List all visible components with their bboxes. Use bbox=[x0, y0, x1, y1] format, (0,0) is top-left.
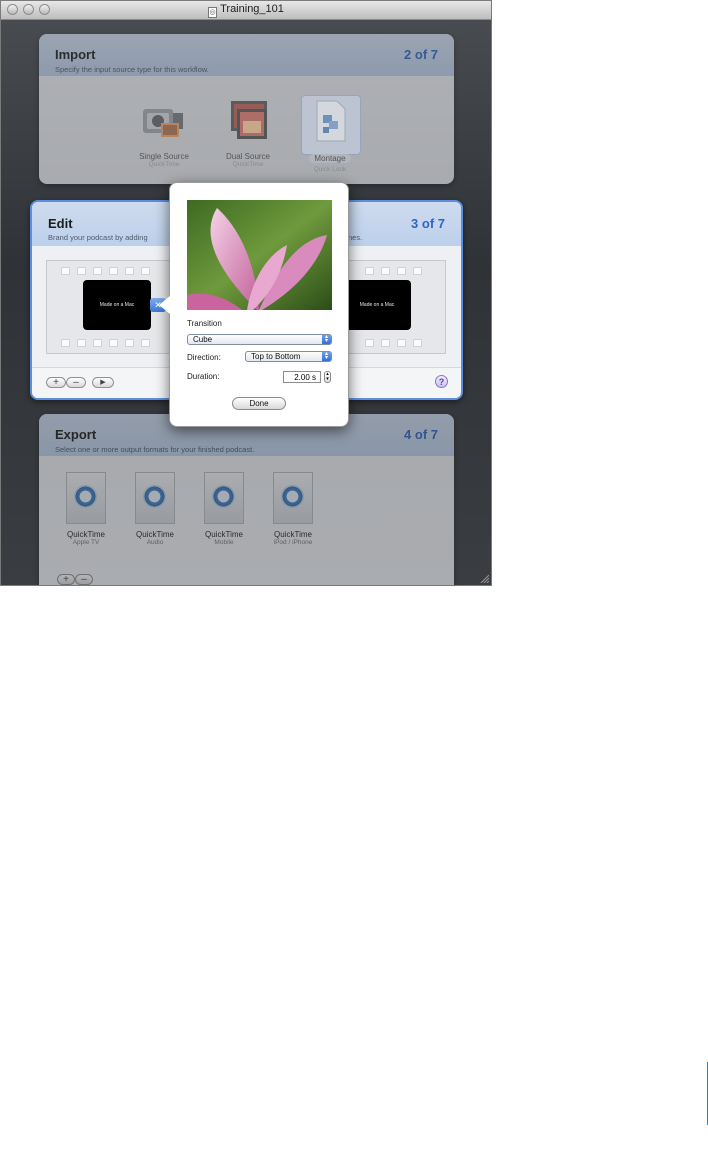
export-format-mobile[interactable]: QuickTime Mobile bbox=[195, 472, 253, 546]
select-arrows-icon: ▴ ▾ bbox=[322, 334, 331, 344]
edit-subtitle-right: nes. bbox=[348, 233, 363, 242]
montage-label: Montage bbox=[309, 154, 351, 163]
edit-title: Edit bbox=[48, 216, 73, 231]
done-button[interactable]: Done bbox=[232, 397, 286, 410]
format-sub: Apple TV bbox=[72, 539, 100, 546]
format-sub: Audio bbox=[146, 539, 164, 546]
quicktime-document-icon bbox=[66, 472, 106, 524]
export-title: Export bbox=[55, 427, 97, 442]
single-source-label: Single Source bbox=[139, 152, 189, 161]
import-option-dual-source[interactable]: Dual Source QuickTime bbox=[211, 99, 285, 168]
montage-document-icon bbox=[316, 100, 346, 142]
add-clip-button[interactable]: + bbox=[46, 377, 66, 388]
import-option-single-source[interactable]: Single Source QuickTime bbox=[127, 99, 201, 168]
format-label: QuickTime bbox=[205, 530, 243, 539]
montage-sub: Quick Look bbox=[313, 166, 347, 173]
popover-arrow bbox=[159, 296, 170, 314]
dual-source-label: Dual Source bbox=[225, 152, 271, 161]
dual-screen-icon bbox=[231, 101, 267, 139]
transition-label: Transition bbox=[187, 319, 222, 328]
format-label: QuickTime bbox=[67, 530, 105, 539]
direction-select[interactable]: Top to Bottom ▴ ▾ bbox=[245, 351, 332, 362]
transition-select[interactable]: Cube ▴ ▾ bbox=[187, 334, 332, 345]
quicktime-document-icon bbox=[204, 472, 244, 524]
edit-step-counter: 3 of 7 bbox=[411, 216, 445, 231]
timeline-clip[interactable]: Made on a Mac bbox=[343, 280, 411, 330]
remove-clip-button[interactable]: – bbox=[66, 377, 86, 388]
select-arrows-icon: ▴ ▾ bbox=[322, 351, 331, 361]
duration-stepper[interactable]: ▴ ▾ bbox=[324, 371, 331, 383]
remove-format-button[interactable]: – bbox=[75, 574, 93, 585]
format-sub: iPod / iPhone bbox=[273, 539, 313, 546]
dual-source-sub: QuickTime bbox=[232, 161, 264, 168]
add-format-button[interactable]: + bbox=[57, 574, 75, 585]
format-sub: Mobile bbox=[214, 539, 234, 546]
podcast-workflow-window: ◎ Training_101 Import Specify the input s… bbox=[0, 0, 492, 586]
transition-value: Cube bbox=[193, 335, 213, 344]
duration-label: Duration: bbox=[187, 372, 220, 381]
direction-value: Top to Bottom bbox=[251, 352, 301, 361]
resize-grip-icon[interactable] bbox=[479, 573, 489, 583]
quicktime-document-icon bbox=[273, 472, 313, 524]
export-panel[interactable]: Export Select one or more output formats… bbox=[39, 414, 454, 585]
import-options: Single Source QuickTime Dual Source Quic… bbox=[1, 1, 491, 187]
transition-preview-image bbox=[187, 200, 332, 310]
export-format-audio[interactable]: QuickTime Audio bbox=[126, 472, 184, 546]
export-format-ipod-iphone[interactable]: QuickTime iPod / iPhone bbox=[264, 472, 322, 546]
quicktime-document-icon bbox=[135, 472, 175, 524]
play-button[interactable]: ▶ bbox=[92, 377, 114, 388]
transition-popover: Transition Cube ▴ ▾ Direction: Top to Bot… bbox=[159, 182, 349, 427]
timeline-clip[interactable]: Made on a Mac bbox=[83, 280, 151, 330]
camcorder-icon bbox=[143, 109, 183, 137]
export-step-counter: 4 of 7 bbox=[404, 427, 438, 442]
help-button[interactable]: ? bbox=[435, 375, 448, 388]
format-label: QuickTime bbox=[136, 530, 174, 539]
import-option-montage[interactable]: Montage Quick Look bbox=[293, 99, 367, 173]
single-source-sub: QuickTime bbox=[148, 161, 180, 168]
export-subtitle: Select one or more output formats for yo… bbox=[55, 445, 255, 454]
edit-subtitle-left: Brand your podcast by adding bbox=[48, 233, 148, 242]
direction-label: Direction: bbox=[187, 353, 221, 362]
export-format-apple-tv[interactable]: QuickTime Apple TV bbox=[57, 472, 115, 546]
format-label: QuickTime bbox=[274, 530, 312, 539]
duration-field[interactable]: 2.00 s bbox=[283, 371, 321, 383]
